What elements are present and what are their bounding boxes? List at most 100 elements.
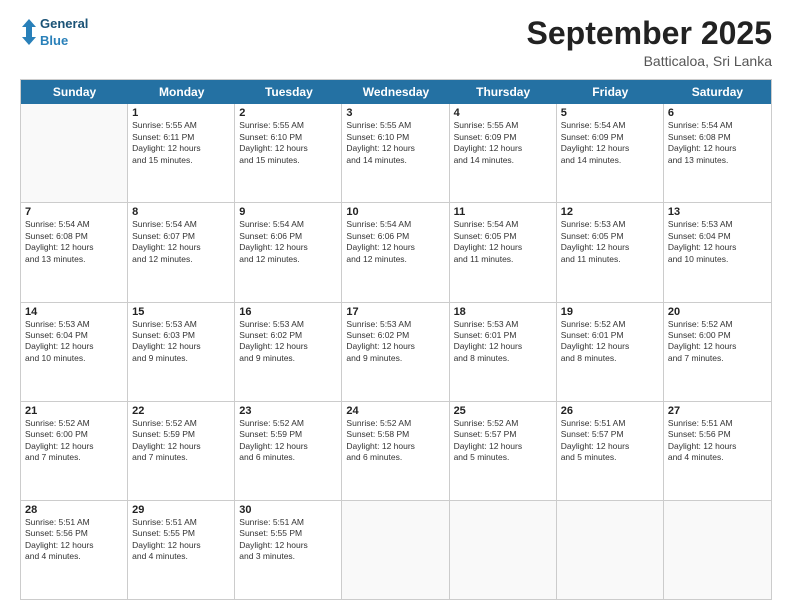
day-info: Sunrise: 5:54 AM Sunset: 6:08 PM Dayligh… bbox=[25, 219, 123, 265]
day-info: Sunrise: 5:52 AM Sunset: 5:59 PM Dayligh… bbox=[239, 418, 337, 464]
day-info: Sunrise: 5:53 AM Sunset: 6:03 PM Dayligh… bbox=[132, 319, 230, 365]
day-info: Sunrise: 5:53 AM Sunset: 6:02 PM Dayligh… bbox=[346, 319, 444, 365]
cal-cell: 24Sunrise: 5:52 AM Sunset: 5:58 PM Dayli… bbox=[342, 402, 449, 500]
cal-cell: 11Sunrise: 5:54 AM Sunset: 6:05 PM Dayli… bbox=[450, 203, 557, 301]
day-number: 6 bbox=[668, 107, 767, 119]
cal-cell: 14Sunrise: 5:53 AM Sunset: 6:04 PM Dayli… bbox=[21, 303, 128, 401]
day-number: 20 bbox=[668, 306, 767, 318]
cal-cell: 7Sunrise: 5:54 AM Sunset: 6:08 PM Daylig… bbox=[21, 203, 128, 301]
day-number: 26 bbox=[561, 405, 659, 417]
day-number: 15 bbox=[132, 306, 230, 318]
day-number: 25 bbox=[454, 405, 552, 417]
cal-cell bbox=[21, 104, 128, 202]
calendar-body: 1Sunrise: 5:55 AM Sunset: 6:11 PM Daylig… bbox=[21, 104, 771, 599]
logo: General Blue bbox=[20, 16, 88, 50]
cal-cell: 17Sunrise: 5:53 AM Sunset: 6:02 PM Dayli… bbox=[342, 303, 449, 401]
day-info: Sunrise: 5:52 AM Sunset: 5:57 PM Dayligh… bbox=[454, 418, 552, 464]
calendar: SundayMondayTuesdayWednesdayThursdayFrid… bbox=[20, 79, 772, 600]
logo-container: General Blue bbox=[20, 16, 88, 50]
location: Batticaloa, Sri Lanka bbox=[527, 53, 772, 69]
day-number: 22 bbox=[132, 405, 230, 417]
cal-cell: 4Sunrise: 5:55 AM Sunset: 6:09 PM Daylig… bbox=[450, 104, 557, 202]
cal-cell: 8Sunrise: 5:54 AM Sunset: 6:07 PM Daylig… bbox=[128, 203, 235, 301]
cal-cell: 12Sunrise: 5:53 AM Sunset: 6:05 PM Dayli… bbox=[557, 203, 664, 301]
day-info: Sunrise: 5:53 AM Sunset: 6:01 PM Dayligh… bbox=[454, 319, 552, 365]
title-section: September 2025 Batticaloa, Sri Lanka bbox=[527, 16, 772, 69]
day-of-week-thursday: Thursday bbox=[450, 80, 557, 104]
day-info: Sunrise: 5:52 AM Sunset: 6:00 PM Dayligh… bbox=[25, 418, 123, 464]
day-info: Sunrise: 5:54 AM Sunset: 6:08 PM Dayligh… bbox=[668, 120, 767, 166]
day-info: Sunrise: 5:55 AM Sunset: 6:09 PM Dayligh… bbox=[454, 120, 552, 166]
day-info: Sunrise: 5:52 AM Sunset: 5:59 PM Dayligh… bbox=[132, 418, 230, 464]
cal-cell: 3Sunrise: 5:55 AM Sunset: 6:10 PM Daylig… bbox=[342, 104, 449, 202]
logo-general: General bbox=[40, 16, 88, 33]
cal-cell: 29Sunrise: 5:51 AM Sunset: 5:55 PM Dayli… bbox=[128, 501, 235, 599]
day-info: Sunrise: 5:55 AM Sunset: 6:10 PM Dayligh… bbox=[239, 120, 337, 166]
day-info: Sunrise: 5:54 AM Sunset: 6:09 PM Dayligh… bbox=[561, 120, 659, 166]
cal-cell: 13Sunrise: 5:53 AM Sunset: 6:04 PM Dayli… bbox=[664, 203, 771, 301]
day-info: Sunrise: 5:55 AM Sunset: 6:10 PM Dayligh… bbox=[346, 120, 444, 166]
cal-cell: 16Sunrise: 5:53 AM Sunset: 6:02 PM Dayli… bbox=[235, 303, 342, 401]
day-number: 23 bbox=[239, 405, 337, 417]
logo-text: General Blue bbox=[40, 16, 88, 50]
day-number: 16 bbox=[239, 306, 337, 318]
day-of-week-friday: Friday bbox=[557, 80, 664, 104]
day-number: 11 bbox=[454, 206, 552, 218]
day-of-week-monday: Monday bbox=[128, 80, 235, 104]
day-of-week-tuesday: Tuesday bbox=[235, 80, 342, 104]
cal-cell: 22Sunrise: 5:52 AM Sunset: 5:59 PM Dayli… bbox=[128, 402, 235, 500]
cal-cell: 30Sunrise: 5:51 AM Sunset: 5:55 PM Dayli… bbox=[235, 501, 342, 599]
cal-cell: 23Sunrise: 5:52 AM Sunset: 5:59 PM Dayli… bbox=[235, 402, 342, 500]
day-number: 18 bbox=[454, 306, 552, 318]
cal-cell: 27Sunrise: 5:51 AM Sunset: 5:56 PM Dayli… bbox=[664, 402, 771, 500]
day-info: Sunrise: 5:51 AM Sunset: 5:55 PM Dayligh… bbox=[239, 517, 337, 563]
logo-bird-icon bbox=[20, 17, 38, 49]
cal-cell: 6Sunrise: 5:54 AM Sunset: 6:08 PM Daylig… bbox=[664, 104, 771, 202]
day-info: Sunrise: 5:51 AM Sunset: 5:57 PM Dayligh… bbox=[561, 418, 659, 464]
day-info: Sunrise: 5:52 AM Sunset: 5:58 PM Dayligh… bbox=[346, 418, 444, 464]
day-number: 3 bbox=[346, 107, 444, 119]
day-number: 5 bbox=[561, 107, 659, 119]
day-number: 30 bbox=[239, 504, 337, 516]
day-info: Sunrise: 5:55 AM Sunset: 6:11 PM Dayligh… bbox=[132, 120, 230, 166]
calendar-header: SundayMondayTuesdayWednesdayThursdayFrid… bbox=[21, 80, 771, 104]
cal-cell: 15Sunrise: 5:53 AM Sunset: 6:03 PM Dayli… bbox=[128, 303, 235, 401]
day-number: 28 bbox=[25, 504, 123, 516]
cal-cell: 28Sunrise: 5:51 AM Sunset: 5:56 PM Dayli… bbox=[21, 501, 128, 599]
day-info: Sunrise: 5:53 AM Sunset: 6:02 PM Dayligh… bbox=[239, 319, 337, 365]
day-info: Sunrise: 5:53 AM Sunset: 6:04 PM Dayligh… bbox=[25, 319, 123, 365]
day-info: Sunrise: 5:54 AM Sunset: 6:06 PM Dayligh… bbox=[346, 219, 444, 265]
day-number: 8 bbox=[132, 206, 230, 218]
cal-cell: 19Sunrise: 5:52 AM Sunset: 6:01 PM Dayli… bbox=[557, 303, 664, 401]
day-number: 13 bbox=[668, 206, 767, 218]
cal-cell bbox=[342, 501, 449, 599]
week-row-5: 28Sunrise: 5:51 AM Sunset: 5:56 PM Dayli… bbox=[21, 501, 771, 599]
day-info: Sunrise: 5:53 AM Sunset: 6:05 PM Dayligh… bbox=[561, 219, 659, 265]
day-info: Sunrise: 5:54 AM Sunset: 6:06 PM Dayligh… bbox=[239, 219, 337, 265]
month-title: September 2025 bbox=[527, 16, 772, 51]
cal-cell bbox=[557, 501, 664, 599]
day-number: 4 bbox=[454, 107, 552, 119]
cal-cell: 18Sunrise: 5:53 AM Sunset: 6:01 PM Dayli… bbox=[450, 303, 557, 401]
cal-cell: 25Sunrise: 5:52 AM Sunset: 5:57 PM Dayli… bbox=[450, 402, 557, 500]
week-row-1: 1Sunrise: 5:55 AM Sunset: 6:11 PM Daylig… bbox=[21, 104, 771, 203]
day-number: 21 bbox=[25, 405, 123, 417]
day-number: 29 bbox=[132, 504, 230, 516]
day-number: 7 bbox=[25, 206, 123, 218]
cal-cell: 9Sunrise: 5:54 AM Sunset: 6:06 PM Daylig… bbox=[235, 203, 342, 301]
day-info: Sunrise: 5:51 AM Sunset: 5:55 PM Dayligh… bbox=[132, 517, 230, 563]
cal-cell: 20Sunrise: 5:52 AM Sunset: 6:00 PM Dayli… bbox=[664, 303, 771, 401]
day-info: Sunrise: 5:51 AM Sunset: 5:56 PM Dayligh… bbox=[25, 517, 123, 563]
day-number: 14 bbox=[25, 306, 123, 318]
cal-cell: 10Sunrise: 5:54 AM Sunset: 6:06 PM Dayli… bbox=[342, 203, 449, 301]
day-info: Sunrise: 5:51 AM Sunset: 5:56 PM Dayligh… bbox=[668, 418, 767, 464]
cal-cell: 26Sunrise: 5:51 AM Sunset: 5:57 PM Dayli… bbox=[557, 402, 664, 500]
cal-cell: 1Sunrise: 5:55 AM Sunset: 6:11 PM Daylig… bbox=[128, 104, 235, 202]
week-row-2: 7Sunrise: 5:54 AM Sunset: 6:08 PM Daylig… bbox=[21, 203, 771, 302]
cal-cell: 21Sunrise: 5:52 AM Sunset: 6:00 PM Dayli… bbox=[21, 402, 128, 500]
week-row-3: 14Sunrise: 5:53 AM Sunset: 6:04 PM Dayli… bbox=[21, 303, 771, 402]
day-number: 27 bbox=[668, 405, 767, 417]
day-number: 17 bbox=[346, 306, 444, 318]
cal-cell bbox=[450, 501, 557, 599]
day-number: 19 bbox=[561, 306, 659, 318]
